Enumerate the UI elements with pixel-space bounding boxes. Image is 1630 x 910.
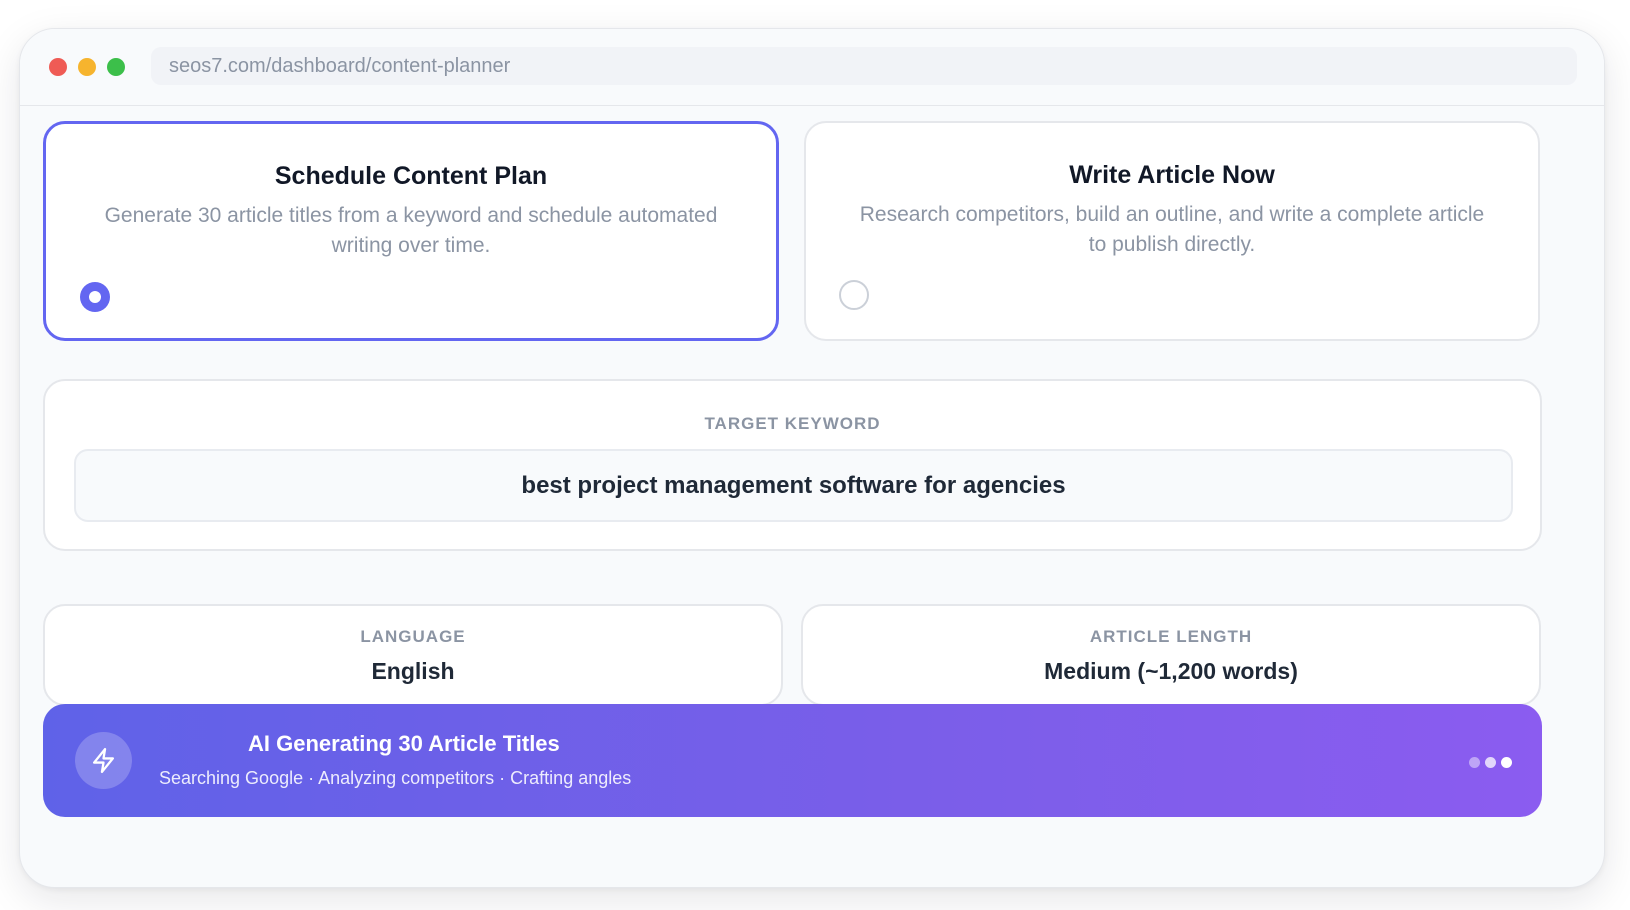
- target-keyword-label: TARGET KEYWORD: [704, 414, 881, 433]
- article-length-selector[interactable]: ARTICLE LENGTH Medium (~1,200 words): [801, 604, 1541, 706]
- target-keyword-section: TARGET KEYWORD best project management s…: [43, 379, 1542, 551]
- close-window-button[interactable]: [49, 58, 67, 76]
- language-selector[interactable]: LANGUAGE English: [43, 604, 783, 706]
- mode-title: Write Article Now: [1069, 161, 1275, 189]
- lightning-bolt-icon: [75, 732, 132, 789]
- mode-description: Generate 30 article titles from a keywor…: [104, 204, 718, 257]
- mode-description: Research competitors, build an outline, …: [859, 203, 1485, 256]
- article-length-value: Medium (~1,200 words): [1044, 658, 1298, 684]
- language-label: LANGUAGE: [360, 627, 466, 646]
- address-bar[interactable]: seos7.com/dashboard/content-planner: [151, 47, 1577, 85]
- minimize-window-button[interactable]: [78, 58, 96, 76]
- status-subtitle: Searching Google · Analyzing competitors…: [159, 768, 632, 788]
- language-value: English: [371, 658, 455, 684]
- loading-dots-icon: [1464, 755, 1512, 768]
- status-title: AI Generating 30 Article Titles: [248, 731, 560, 756]
- mode-title: Schedule Content Plan: [274, 162, 548, 190]
- target-keyword-input[interactable]: best project management software for age…: [74, 449, 1513, 522]
- radio-button-selected[interactable]: [80, 282, 110, 312]
- ai-generation-status-banner: AI Generating 30 Article Titles Searchin…: [43, 704, 1542, 817]
- mode-card-schedule-content-plan[interactable]: Schedule Content Plan Generate 30 articl…: [43, 121, 779, 341]
- article-length-label: ARTICLE LENGTH: [1089, 627, 1253, 646]
- maximize-window-button[interactable]: [107, 58, 125, 76]
- radio-button-unselected[interactable]: [839, 280, 869, 310]
- browser-toolbar: seos7.com/dashboard/content-planner: [20, 29, 1604, 106]
- mode-card-write-article-now[interactable]: Write Article Now Research competitors, …: [804, 121, 1540, 341]
